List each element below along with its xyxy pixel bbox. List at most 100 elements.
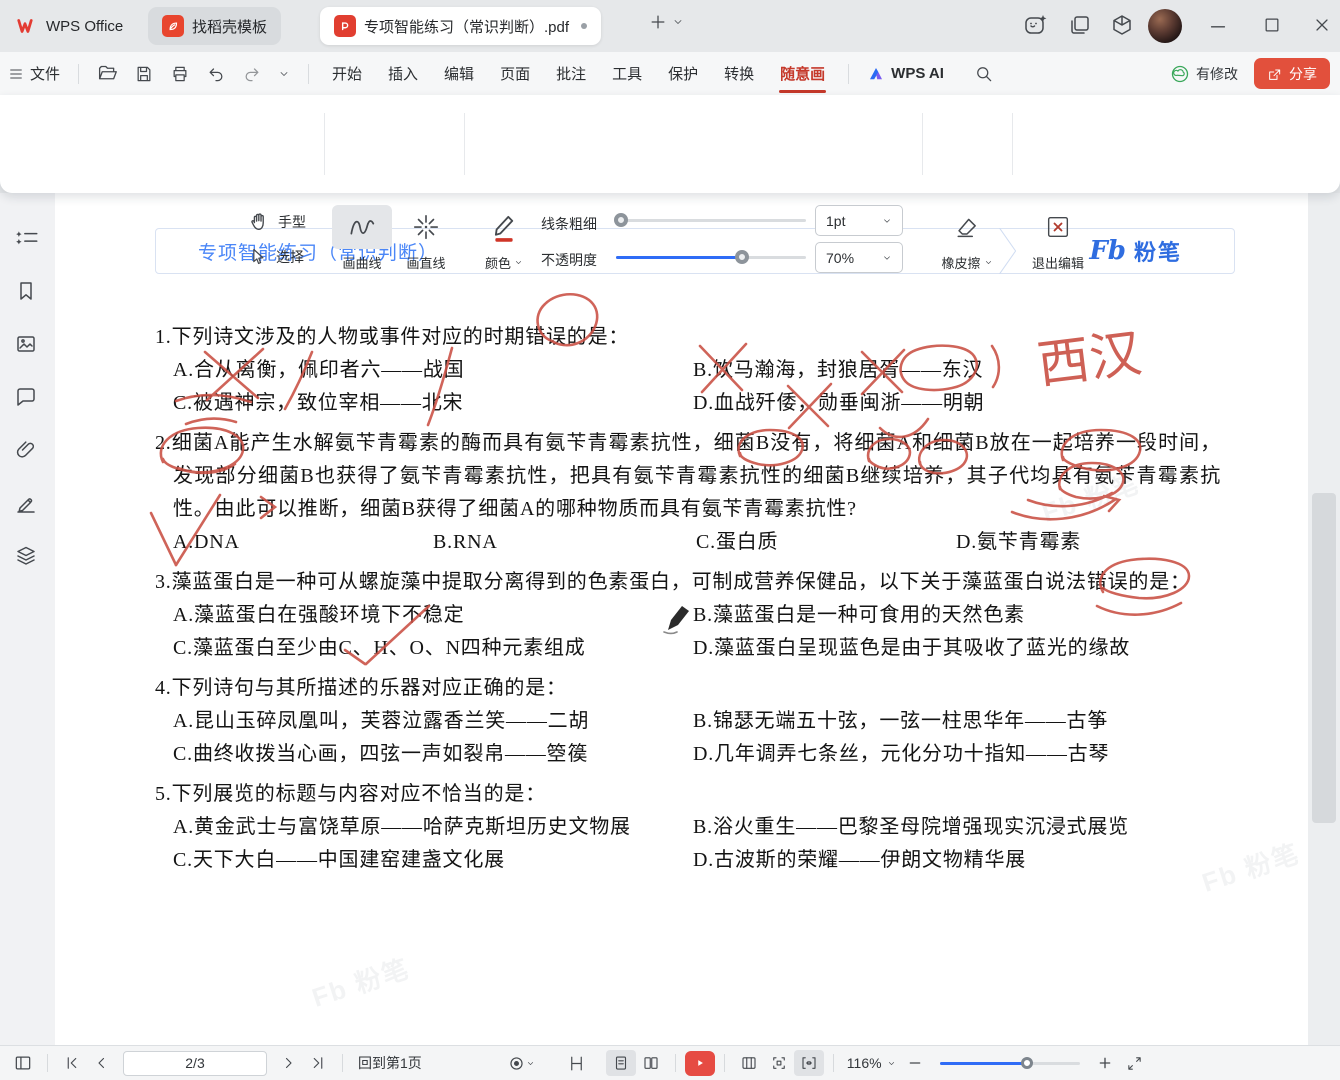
print-icon[interactable] xyxy=(162,52,198,95)
side-panel-toggle-icon[interactable] xyxy=(8,1050,38,1076)
thumbnail-panel-icon[interactable] xyxy=(14,332,40,358)
prev-page-button[interactable] xyxy=(87,1050,117,1076)
file-menu-button[interactable]: 文件 xyxy=(0,52,68,95)
question-5: 5.下列展览的标题与内容对应不恰当的是： A.黄金武士与富饶草原——哈萨克斯坦历… xyxy=(155,778,1221,877)
zoom-value: 116% xyxy=(847,1055,882,1071)
first-page-button[interactable] xyxy=(57,1050,87,1076)
menu-item-insert[interactable]: 插入 xyxy=(375,52,431,95)
opacity-select[interactable]: 70% xyxy=(815,242,903,273)
eraser-button[interactable]: 橡皮擦 xyxy=(932,205,1002,272)
option-b: B.锦瑟无端五十弦，一弦一柱思华年——古筝 xyxy=(693,705,1221,738)
status-bar: 2/3 回到第1页 116% xyxy=(0,1045,1340,1080)
page-number-input[interactable]: 2/3 xyxy=(123,1051,267,1076)
zoom-slider-thumb[interactable] xyxy=(1021,1057,1033,1069)
menu-item-convert[interactable]: 转换 xyxy=(711,52,767,95)
fit-page-grid-icon[interactable] xyxy=(734,1050,764,1076)
wps-ai-button[interactable]: WPS AI xyxy=(859,52,952,95)
fit-screen-icon[interactable] xyxy=(764,1050,794,1076)
next-page-button[interactable] xyxy=(273,1050,303,1076)
fullscreen-button[interactable] xyxy=(1120,1050,1150,1076)
opacity-label: 不透明度 xyxy=(541,250,597,270)
user-avatar[interactable] xyxy=(1148,9,1182,43)
tab-document-active[interactable]: 专项智能练习（常识判断）.pdf xyxy=(320,7,601,45)
hand-tool-label: 手型 xyxy=(278,212,306,232)
curve-icon xyxy=(332,205,392,249)
exit-edit-label: 退出编辑 xyxy=(1022,253,1094,272)
menu-item-page[interactable]: 页面 xyxy=(487,52,543,95)
fenbi-logo-icon: Fb xyxy=(1089,236,1126,266)
locate-chevron-icon xyxy=(526,1059,535,1068)
open-file-icon[interactable] xyxy=(89,52,126,95)
opacity-slider-thumb[interactable] xyxy=(735,250,749,264)
zoom-out-button[interactable] xyxy=(900,1050,930,1076)
close-button[interactable] xyxy=(1304,8,1340,42)
modified-status-badge[interactable]: 有修改 xyxy=(1170,64,1238,84)
scrollbar-thumb[interactable] xyxy=(1312,493,1336,823)
draw-curve-button[interactable]: 画曲线 xyxy=(332,205,392,272)
signature-panel-icon[interactable] xyxy=(14,491,40,517)
fenbi-watermark: Fb 粉笔 xyxy=(307,948,414,1014)
exit-edit-button[interactable]: 退出编辑 xyxy=(1022,205,1094,272)
menu-item-protect[interactable]: 保护 xyxy=(655,52,711,95)
eraser-label: 橡皮擦 xyxy=(941,253,980,272)
cloud-sync-icon xyxy=(1170,64,1190,84)
last-page-button[interactable] xyxy=(303,1050,333,1076)
search-icon[interactable] xyxy=(966,52,1002,95)
undo-icon[interactable] xyxy=(198,52,234,95)
share-button[interactable]: 分享 xyxy=(1254,58,1330,89)
workspace-cube-icon[interactable] xyxy=(1104,8,1140,42)
tab-list-chevron-icon[interactable] xyxy=(672,16,684,28)
play-presentation-button[interactable] xyxy=(685,1051,715,1076)
maximize-button[interactable] xyxy=(1254,8,1290,42)
opacity-slider[interactable] xyxy=(616,256,806,259)
locate-target-icon[interactable] xyxy=(506,1050,536,1076)
option-d: D.氨苄青霉素 xyxy=(956,526,1221,559)
single-page-view-icon[interactable] xyxy=(606,1050,636,1076)
draw-line-button[interactable]: 画直线 xyxy=(396,205,456,272)
ai-assistant-icon[interactable] xyxy=(1018,8,1054,42)
zoom-in-button[interactable] xyxy=(1090,1050,1120,1076)
line-weight-slider-thumb[interactable] xyxy=(614,213,628,227)
question-1: 1.下列诗文涉及的人物或事件对应的时期错误的是： A.合从离衡，佩印者六——战国… xyxy=(155,321,1221,420)
menu-item-comment[interactable]: 批注 xyxy=(543,52,599,95)
zoom-level-select[interactable]: 116% xyxy=(843,1055,900,1071)
wps-ai-label: WPS AI xyxy=(891,65,944,82)
color-picker-button[interactable]: 颜色 xyxy=(476,205,532,272)
quick-tools-chevron-icon[interactable] xyxy=(270,52,298,95)
hand-tool-button[interactable]: 手型 xyxy=(248,211,306,233)
tab-wps-home[interactable]: WPS Office xyxy=(2,7,137,45)
attachment-panel-icon[interactable] xyxy=(14,438,40,464)
color-chevron-icon xyxy=(514,258,523,267)
color-picker-label: 颜色 xyxy=(485,253,511,272)
comment-panel-icon[interactable] xyxy=(14,385,40,411)
menu-item-start[interactable]: 开始 xyxy=(319,52,375,95)
redo-icon[interactable] xyxy=(234,52,270,95)
line-weight-select[interactable]: 1pt xyxy=(815,205,903,236)
menu-item-edit[interactable]: 编辑 xyxy=(431,52,487,95)
option-c: C.蛋白质 xyxy=(696,526,956,559)
outline-panel-icon[interactable] xyxy=(14,226,40,252)
new-tab-button[interactable] xyxy=(648,12,668,32)
draw-curve-label: 画曲线 xyxy=(332,253,392,272)
bookmark-panel-icon[interactable] xyxy=(14,279,40,305)
minimize-button[interactable] xyxy=(1200,8,1236,42)
line-weight-slider[interactable] xyxy=(616,219,806,222)
fit-width-icon[interactable] xyxy=(794,1050,824,1076)
menu-item-tools[interactable]: 工具 xyxy=(599,52,655,95)
vertical-scrollbar[interactable] xyxy=(1308,193,1340,1045)
zoom-slider[interactable] xyxy=(940,1062,1080,1065)
play-icon xyxy=(693,1056,707,1070)
reading-mode-icon[interactable] xyxy=(562,1050,592,1076)
tab-overview-icon[interactable] xyxy=(1062,8,1098,42)
back-to-first-page-link[interactable]: 回到第1页 xyxy=(352,1053,428,1073)
double-page-view-icon[interactable] xyxy=(636,1050,666,1076)
menu-item-freedraw[interactable]: 随意画 xyxy=(767,52,838,95)
pdf-page[interactable]: 专项智能练习（常识判断） Fb 粉笔 1.下列诗文涉及的人物或事件对应的时期错误… xyxy=(55,193,1308,1045)
layers-panel-icon[interactable] xyxy=(14,544,40,570)
option-a: A.DNA xyxy=(173,526,433,559)
save-icon[interactable] xyxy=(126,52,162,95)
tab-template[interactable]: 找稻壳模板 xyxy=(148,7,281,45)
select-tool-button[interactable]: 选择 xyxy=(248,247,304,267)
opacity-chevron-icon xyxy=(882,253,892,263)
window-tab-bar: WPS Office 找稻壳模板 专项智能练习（常识判断）.pdf xyxy=(0,0,1340,52)
